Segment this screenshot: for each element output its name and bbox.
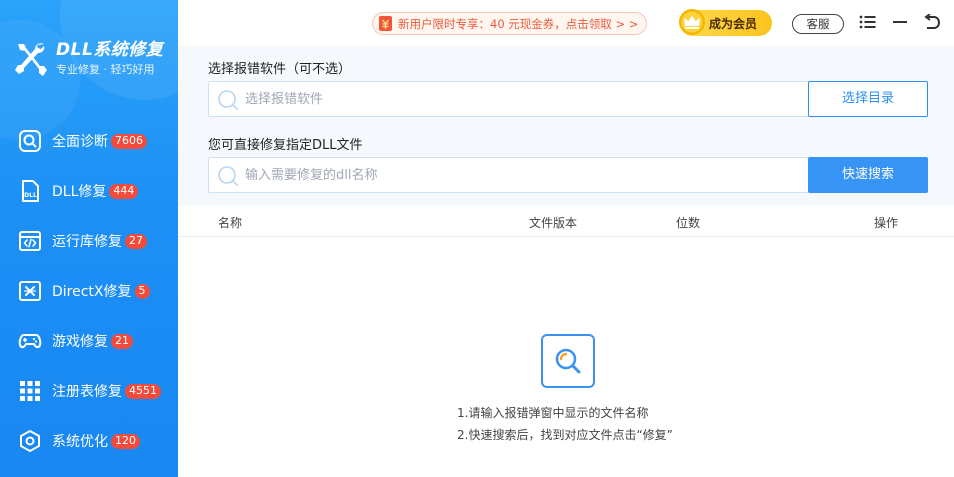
- sidebar-item-runtime-repair[interactable]: 运行库修复 27: [0, 216, 178, 266]
- dll-section-label: 您可直接修复指定DLL文件: [208, 138, 363, 153]
- brand: DLL系统修复 专业修复 · 轻巧好用: [14, 40, 163, 78]
- sidebar-nav: 全面诊断 7606 DLL DLL修复 444 运行库修复 27 DirectX…: [0, 116, 178, 466]
- search-icon: [218, 166, 238, 186]
- sidebar-item-label: DirectX修复: [52, 284, 132, 300]
- sidebar-item-directx-repair[interactable]: DirectX修复 5: [0, 266, 178, 316]
- minimize-icon[interactable]: [890, 12, 910, 32]
- svg-text:DLL: DLL: [24, 192, 37, 199]
- back-return-icon[interactable]: [922, 12, 942, 32]
- app-title: DLL系统修复: [56, 40, 164, 60]
- sidebar-item-full-scan[interactable]: 全面诊断 7606: [0, 116, 178, 166]
- sidebar-item-registry-repair[interactable]: 注册表修复 4551: [0, 366, 178, 416]
- column-name: 名称: [218, 216, 243, 230]
- wrench-screwdriver-logo-icon: [15, 43, 47, 76]
- menu-icon[interactable]: [858, 12, 878, 32]
- search-scan-icon: [18, 129, 42, 153]
- directx-icon: [18, 279, 42, 303]
- search-panel: 选择报错软件（可不选） 选择目录 您可直接修复指定DLL文件 快速搜索: [178, 46, 954, 206]
- dll-file-icon: DLL: [18, 179, 42, 203]
- software-input[interactable]: [245, 82, 805, 116]
- sidebar-item-label: 游戏修复: [52, 334, 108, 350]
- software-select-field: 选择目录: [208, 81, 928, 117]
- search-icon: [218, 90, 238, 110]
- grid-dots-icon: [18, 379, 42, 403]
- app-subtitle: 专业修复 · 轻巧好用: [56, 63, 155, 76]
- count-badge: 21: [111, 333, 133, 349]
- customer-service-button[interactable]: 客服: [792, 14, 844, 34]
- count-badge: 4551: [125, 383, 161, 399]
- dll-search-field: 快速搜索: [208, 157, 928, 193]
- become-vip-button[interactable]: 成为会员: [679, 9, 772, 36]
- empty-search-icon: [541, 334, 595, 388]
- count-badge: 444: [109, 183, 139, 199]
- gamepad-icon: [18, 329, 42, 353]
- vip-label: 成为会员: [709, 16, 758, 31]
- column-file-version: 文件版本: [529, 216, 578, 230]
- sidebar-item-dll-repair[interactable]: DLL DLL修复 444: [0, 166, 178, 216]
- crown-icon: [679, 9, 705, 35]
- column-action: 操作: [874, 216, 899, 230]
- sidebar-item-label: 全面诊断: [52, 134, 108, 150]
- promo-text: 新用户限时专享：40 元现金券，点击领取 > >: [398, 16, 639, 31]
- sidebar: DLL系统修复 专业修复 · 轻巧好用 全面诊断 7606 DLL DLL修复 …: [0, 0, 178, 477]
- empty-hint-line-2: 2.快速搜索后，找到对应文件点击“修复”: [457, 428, 673, 442]
- promo-banner[interactable]: 新用户限时专享：40 元现金券，点击领取 > >: [372, 12, 648, 35]
- hexagon-gear-icon: [18, 429, 42, 453]
- sidebar-item-label: 运行库修复: [52, 234, 122, 250]
- column-bitness: 位数: [676, 216, 701, 230]
- table-header: 名称 文件版本 位数 操作: [178, 206, 954, 237]
- sidebar-item-label: 注册表修复: [52, 384, 122, 400]
- count-badge: 120: [111, 433, 140, 449]
- top-bar: 新用户限时专享：40 元现金券，点击领取 > > 成为会员 客服: [178, 0, 954, 46]
- sidebar-item-label: 系统优化: [52, 434, 108, 450]
- count-badge: 27: [125, 233, 147, 249]
- software-section-label: 选择报错软件（可不选）: [208, 62, 352, 77]
- quick-search-button[interactable]: 快速搜索: [808, 157, 928, 193]
- count-badge: 5: [134, 283, 150, 299]
- select-directory-button[interactable]: 选择目录: [808, 81, 928, 117]
- sidebar-item-label: DLL修复: [52, 184, 107, 200]
- code-window-icon: [18, 229, 42, 253]
- sidebar-item-system-optimize[interactable]: 系统优化 120: [0, 416, 178, 466]
- count-badge: 7606: [111, 133, 147, 149]
- sidebar-item-game-repair[interactable]: 游戏修复 21: [0, 316, 178, 366]
- dll-name-input[interactable]: [245, 158, 805, 192]
- empty-hint-line-1: 1.请输入报错弹窗中显示的文件名称: [457, 406, 649, 420]
- gift-coupon-icon: [379, 16, 392, 31]
